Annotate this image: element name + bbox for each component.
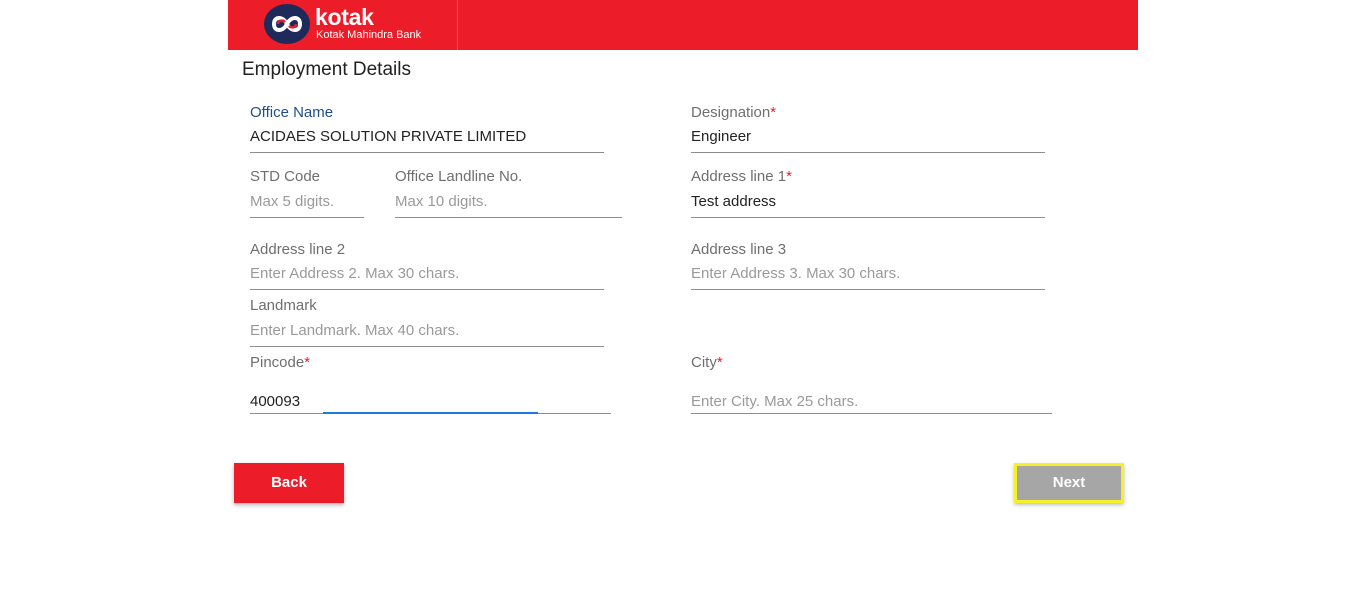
pincode-focus-indicator — [323, 412, 538, 414]
required-marker: * — [770, 104, 777, 121]
address-line1-underline — [691, 217, 1045, 218]
landmark-label: Landmark — [250, 297, 317, 314]
address-line2-underline — [250, 289, 604, 290]
address-line3-label: Address line 3 — [691, 241, 787, 258]
office-landline-underline — [395, 217, 622, 218]
designation-input[interactable]: Engineer — [691, 128, 751, 146]
office-name-underline — [250, 152, 604, 153]
required-marker: * — [786, 168, 792, 185]
landmark-underline — [250, 346, 604, 347]
brand-subtitle: Kotak Mahindra Bank — [316, 29, 422, 41]
office-landline-input[interactable]: Max 10 digits. — [395, 193, 488, 211]
kotak-logo-icon[interactable] — [264, 4, 310, 44]
city-label: City* — [691, 354, 723, 371]
app-header: kotak Kotak Mahindra Bank — [228, 0, 1138, 50]
address-line3-input[interactable]: Enter Address 3. Max 30 chars. — [691, 265, 900, 283]
page-title: Employment Details — [242, 59, 411, 80]
office-name-label: Office Name — [250, 104, 334, 121]
designation-label: Designation* — [691, 104, 777, 121]
pincode-input[interactable]: 400093 — [250, 393, 300, 411]
address-line1-label: Address line 1* — [691, 168, 792, 185]
std-code-input[interactable]: Max 5 digits. — [250, 193, 334, 211]
designation-underline — [691, 152, 1045, 153]
header-divider — [457, 0, 458, 50]
std-code-underline — [250, 217, 364, 218]
std-code-label: STD Code — [250, 168, 321, 185]
next-button[interactable]: Next — [1014, 463, 1124, 503]
city-underline — [691, 413, 1052, 414]
city-input[interactable]: Enter City. Max 25 chars. — [691, 393, 858, 411]
brand-name: kotak — [315, 4, 374, 30]
address-line2-label: Address line 2 — [250, 241, 346, 258]
pincode-label: Pincode* — [250, 354, 311, 371]
back-button[interactable]: Back — [234, 463, 344, 503]
landmark-input[interactable]: Enter Landmark. Max 40 chars. — [250, 322, 459, 340]
address-line3-underline — [691, 289, 1045, 290]
required-marker: * — [716, 354, 723, 371]
address-line1-input[interactable]: Test address — [691, 193, 776, 211]
office-landline-label: Office Landline No. — [395, 168, 523, 185]
address-line2-input[interactable]: Enter Address 2. Max 30 chars. — [250, 265, 459, 283]
required-marker: * — [304, 354, 311, 371]
office-name-input[interactable]: ACIDAES SOLUTION PRIVATE LIMITED — [250, 128, 526, 146]
